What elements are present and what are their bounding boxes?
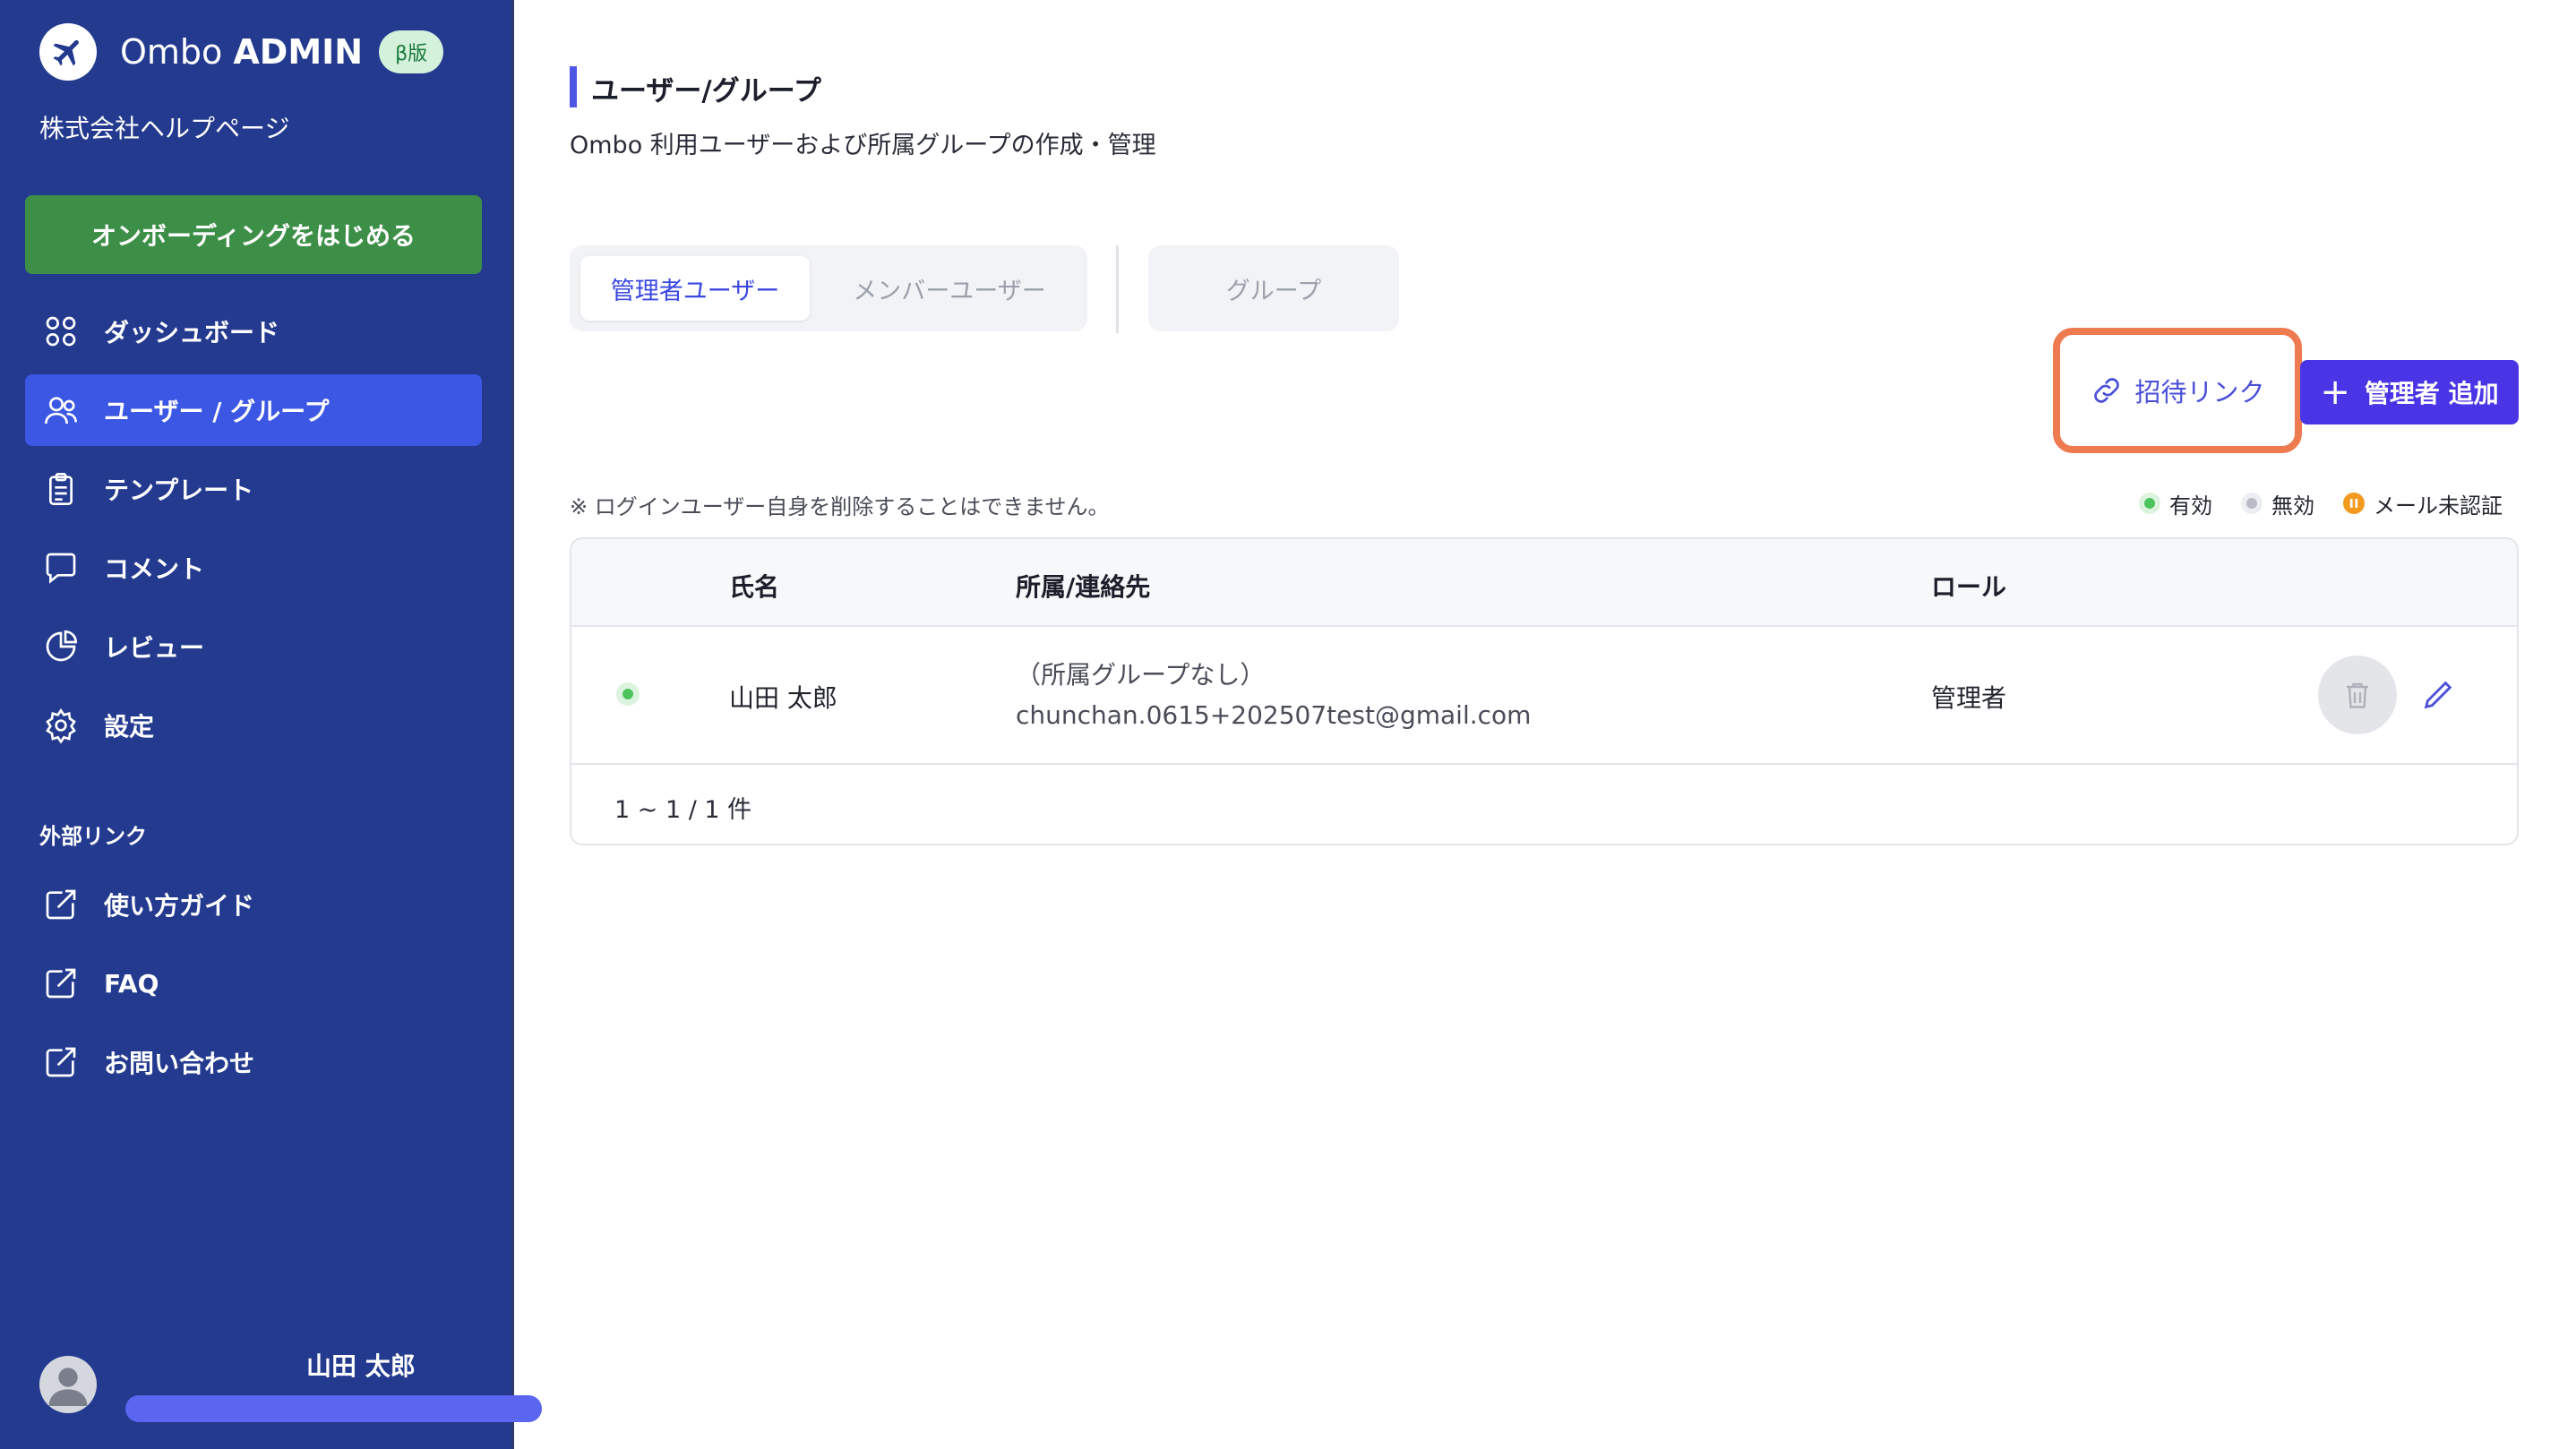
active-status-icon bbox=[616, 682, 640, 706]
user-role: 管理者 bbox=[1931, 683, 2007, 713]
sidebar-item-comments[interactable]: コメント bbox=[25, 532, 482, 604]
active-status-icon bbox=[2139, 493, 2160, 514]
airplane-logo-icon bbox=[39, 23, 97, 81]
page-subtitle: Ombo 利用ユーザーおよび所属グループの作成・管理 bbox=[570, 132, 1156, 159]
status-legend: 有効 無効 メール未認証 bbox=[2139, 489, 2503, 519]
sidebar-item-faq[interactable]: FAQ bbox=[25, 947, 482, 1019]
sidebar-item-guide[interactable]: 使い方ガイド bbox=[25, 869, 482, 940]
grid-icon bbox=[41, 312, 81, 351]
sidebar-item-label: お問い合わせ bbox=[104, 1049, 255, 1078]
add-admin-label: 管理者 追加 bbox=[2364, 379, 2499, 408]
user-type-tabs: 管理者ユーザー メンバーユーザー bbox=[570, 245, 1087, 331]
sidebar-item-label: FAQ bbox=[104, 968, 159, 999]
sidebar-divider bbox=[511, 0, 514, 1449]
plus-icon: + bbox=[2320, 372, 2350, 413]
admin-users-table: 氏名 所属/連絡先 ロール 山田 太郎 （所属グループなし） chunchan.… bbox=[570, 537, 2519, 845]
tab-groups[interactable]: グループ bbox=[1148, 245, 1399, 331]
table-header: 氏名 所属/連絡先 ロール bbox=[571, 539, 2517, 627]
pause-icon bbox=[2343, 493, 2365, 514]
brand-name: Ombo ADMIN bbox=[120, 32, 364, 72]
sidebar-item-contact[interactable]: お問い合わせ bbox=[25, 1026, 482, 1098]
inactive-status-icon bbox=[2241, 493, 2263, 514]
invite-link-button[interactable]: 招待リンク bbox=[2067, 342, 2288, 439]
comment-icon bbox=[41, 548, 81, 587]
external-link-icon bbox=[41, 964, 81, 1003]
brand[interactable]: Ombo ADMIN β版 bbox=[39, 23, 444, 81]
external-link-icon bbox=[41, 1042, 81, 1082]
column-header-affiliation: 所属/連絡先 bbox=[1016, 572, 1151, 602]
sidebar-item-label: テンプレート bbox=[104, 476, 254, 505]
tab-admin-users[interactable]: 管理者ユーザー bbox=[580, 256, 810, 321]
edit-button[interactable] bbox=[2415, 672, 2461, 718]
column-header-name: 氏名 bbox=[729, 572, 780, 602]
legend-unverified: メール未認証 bbox=[2374, 493, 2503, 519]
sidebar-item-label: レビュー bbox=[104, 633, 205, 663]
column-header-role: ロール bbox=[1931, 572, 2007, 602]
sidebar-item-label: コメント bbox=[104, 554, 205, 584]
user-name: 山田 太郎 bbox=[729, 683, 837, 713]
beta-badge: β版 bbox=[379, 30, 444, 73]
external-links-label: 外部リンク bbox=[39, 824, 147, 849]
avatar[interactable] bbox=[39, 1356, 97, 1413]
onboarding-button[interactable]: オンボーディングをはじめる bbox=[25, 195, 482, 274]
sidebar-item-label: ユーザー / グループ bbox=[104, 397, 330, 426]
gear-icon bbox=[41, 706, 81, 745]
sidebar-item-label: 設定 bbox=[104, 712, 155, 742]
external-link-icon bbox=[41, 885, 81, 924]
title-accent bbox=[570, 66, 577, 107]
invite-link-label: 招待リンク bbox=[2134, 377, 2265, 407]
company-name: 株式会社ヘルプページ bbox=[39, 114, 290, 143]
user-menu-bar[interactable] bbox=[125, 1395, 542, 1422]
tabs-divider bbox=[1116, 245, 1119, 333]
sidebar-item-dashboard[interactable]: ダッシュボード bbox=[25, 296, 482, 367]
page-title: ユーザー/グループ bbox=[591, 75, 821, 107]
legend-active: 有効 bbox=[2169, 493, 2212, 519]
user-email: chunchan.0615+202507test@gmail.com bbox=[1016, 700, 1532, 730]
legend-inactive: 無効 bbox=[2271, 493, 2314, 519]
sidebar-item-users[interactable]: ユーザー / グループ bbox=[25, 374, 482, 446]
delete-notice: ※ ログインユーザー自身を削除することはできません。 bbox=[570, 494, 1110, 519]
pie-chart-icon bbox=[41, 627, 81, 666]
pagination-summary: 1 ~ 1 / 1 件 bbox=[614, 796, 752, 824]
trash-icon bbox=[2347, 682, 2368, 708]
user-group: （所属グループなし） bbox=[1016, 660, 1266, 690]
sidebar: Ombo ADMIN β版 株式会社ヘルプページ オンボーディングをはじめる ダ… bbox=[0, 0, 511, 1449]
delete-button[interactable] bbox=[2318, 656, 2397, 734]
sidebar-item-reviews[interactable]: レビュー bbox=[25, 611, 482, 682]
current-user-name: 山田 太郎 bbox=[306, 1351, 416, 1381]
sidebar-item-label: 使い方ガイド bbox=[104, 891, 255, 921]
sidebar-item-settings[interactable]: 設定 bbox=[25, 690, 482, 761]
add-admin-button[interactable]: + 管理者 追加 bbox=[2300, 360, 2519, 424]
pencil-icon bbox=[2424, 681, 2452, 709]
clipboard-icon bbox=[41, 469, 81, 509]
table-row[interactable]: 山田 太郎 （所属グループなし） chunchan.0615+202507tes… bbox=[571, 627, 2517, 765]
sidebar-item-label: ダッシュボード bbox=[104, 318, 280, 347]
users-icon bbox=[41, 390, 81, 430]
tab-member-users[interactable]: メンバーユーザー bbox=[822, 256, 1077, 321]
link-icon bbox=[2090, 373, 2124, 407]
sidebar-item-templates[interactable]: テンプレート bbox=[25, 453, 482, 525]
